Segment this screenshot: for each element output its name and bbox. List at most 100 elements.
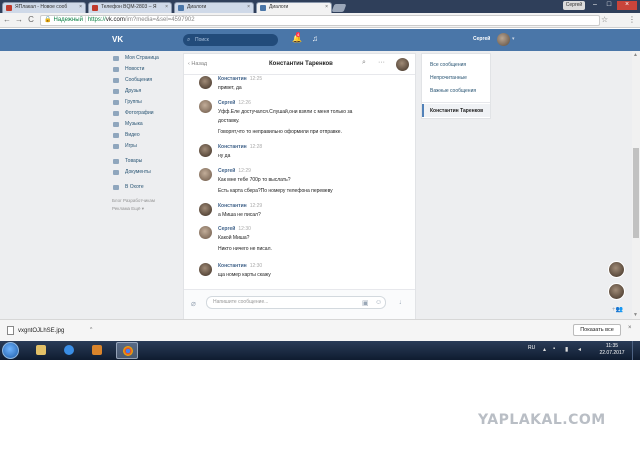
avatar[interactable] bbox=[199, 263, 212, 276]
menu-footer-links-2[interactable]: Реклама Ещё ▾ bbox=[112, 205, 182, 213]
volume-icon[interactable]: ◂ bbox=[578, 346, 581, 353]
floating-chat-avatar[interactable] bbox=[608, 283, 625, 300]
outside-area bbox=[0, 360, 640, 451]
browser-tab-3[interactable]: Диалоги × bbox=[174, 2, 254, 13]
message-text: привет, да bbox=[218, 85, 242, 91]
author-name: Константин bbox=[218, 144, 247, 150]
page-scrollbar[interactable]: ▲ ▼ bbox=[632, 51, 640, 319]
avatar[interactable] bbox=[199, 203, 212, 216]
menu-item-goods[interactable]: Товары bbox=[112, 156, 182, 167]
menu-item-photos[interactable]: Фотографии bbox=[112, 108, 182, 119]
smile-icon[interactable]: ☺ bbox=[375, 299, 382, 306]
scroll-down-icon[interactable]: ▼ bbox=[633, 312, 638, 318]
filter-unread[interactable]: Непрочитанные bbox=[430, 75, 467, 81]
taskbar-ie[interactable] bbox=[58, 342, 80, 359]
floating-chat-avatar[interactable] bbox=[608, 261, 625, 278]
tab-close-icon[interactable]: × bbox=[247, 4, 250, 10]
message-author[interactable]: Константин 12:25 bbox=[218, 76, 262, 82]
show-all-button[interactable]: Показать все bbox=[573, 324, 621, 336]
close-downloads-icon[interactable]: × bbox=[628, 325, 632, 331]
download-options-icon[interactable]: ^ bbox=[90, 327, 92, 333]
filter-current-dialog[interactable]: Константин Таренков bbox=[422, 104, 490, 117]
attach-paperclip-icon[interactable]: ⌀ bbox=[191, 299, 196, 308]
taskbar-explorer[interactable] bbox=[30, 342, 52, 359]
menu-item-games[interactable]: Игры bbox=[112, 141, 182, 152]
scroll-up-icon[interactable]: ▲ bbox=[633, 52, 638, 58]
menu-item-groups[interactable]: Группы bbox=[112, 97, 182, 108]
message-author[interactable]: Сергей 12:30 bbox=[218, 226, 251, 232]
maximize-button[interactable]: □ bbox=[603, 1, 615, 10]
reload-button[interactable]: C bbox=[26, 15, 36, 25]
vk-user-name[interactable]: Сергей bbox=[473, 36, 490, 42]
back-link[interactable]: ‹ Назад bbox=[188, 61, 207, 67]
menu-item-video[interactable]: Видео bbox=[112, 130, 182, 141]
message-author[interactable]: Константин 12:30 bbox=[218, 263, 262, 269]
close-window-button[interactable]: × bbox=[617, 1, 637, 10]
screen: ЯПлакал - Новое сооб × Телефон BQM-2803 … bbox=[0, 0, 640, 451]
message-author[interactable]: Сергей 12:26 bbox=[218, 100, 251, 106]
menu-item-friends[interactable]: Друзья bbox=[112, 86, 182, 97]
menu-item-news[interactable]: Новости bbox=[112, 64, 182, 75]
vk-search-input[interactable]: ⌕ Поиск bbox=[183, 34, 278, 46]
avatar[interactable] bbox=[199, 100, 212, 113]
friends-icon bbox=[113, 89, 119, 94]
forward-button[interactable]: → bbox=[14, 15, 24, 25]
menu-item-music[interactable]: Музыка bbox=[112, 119, 182, 130]
dialog-avatar[interactable] bbox=[396, 58, 409, 71]
message-author[interactable]: Сергей 12:29 bbox=[218, 168, 251, 174]
dialog-title[interactable]: Константин Таренков bbox=[269, 61, 333, 67]
tray-app-icon[interactable]: ▪ bbox=[553, 346, 555, 352]
notifications-bell-icon[interactable]: 🔔 4 bbox=[292, 32, 302, 43]
filter-important[interactable]: Важные сообщения bbox=[430, 88, 476, 94]
vk-user-avatar[interactable] bbox=[497, 33, 510, 46]
start-button[interactable] bbox=[2, 342, 19, 359]
message-text: ну да bbox=[218, 153, 231, 159]
new-tab-button[interactable] bbox=[331, 4, 347, 12]
bookmark-star-icon[interactable]: ☆ bbox=[601, 15, 608, 24]
folder-icon bbox=[36, 345, 46, 355]
search-icon[interactable]: ⌕ bbox=[362, 59, 366, 67]
taskbar-media[interactable] bbox=[86, 342, 108, 359]
avatar[interactable] bbox=[199, 226, 212, 239]
message-author[interactable]: Константин 12:28 bbox=[218, 144, 262, 150]
avatar[interactable] bbox=[199, 144, 212, 157]
browser-profile-button[interactable]: Сергей bbox=[563, 1, 585, 10]
media-player-icon bbox=[92, 345, 102, 355]
avatar[interactable] bbox=[199, 168, 212, 181]
browser-tab-4[interactable]: Диалоги × bbox=[256, 2, 332, 13]
menu-item-messages[interactable]: Сообщения bbox=[112, 75, 182, 86]
back-button[interactable]: ← bbox=[2, 15, 12, 25]
download-item[interactable]: vxgntOJLhSE.jpg bbox=[7, 325, 64, 337]
tab-close-icon[interactable]: × bbox=[165, 4, 168, 10]
tray-up-icon[interactable]: ▴ bbox=[543, 346, 546, 353]
browser-tab-2[interactable]: Телефон BQM-2803 – Я × bbox=[88, 2, 172, 13]
language-indicator[interactable]: RU bbox=[528, 345, 535, 351]
compose-area: ⌀ Напишите сообщение... ▣ ☺ ♩ bbox=[184, 289, 415, 319]
browser-tab-1[interactable]: ЯПлакал - Новое сооб × bbox=[2, 2, 86, 13]
show-desktop-button[interactable] bbox=[632, 341, 640, 360]
network-icon[interactable]: ▮ bbox=[565, 346, 568, 353]
menu-item-my-page[interactable]: Моя Страница bbox=[112, 53, 182, 64]
message-author[interactable]: Константин 12:29 bbox=[218, 203, 262, 209]
avatar[interactable] bbox=[199, 76, 212, 89]
url-input[interactable]: 🔒 Надежный | https://vk.com/im?media=&sel… bbox=[40, 15, 600, 26]
taskbar-chrome[interactable] bbox=[116, 342, 138, 359]
more-icon[interactable]: ··· bbox=[378, 59, 385, 66]
minimize-button[interactable]: – bbox=[589, 1, 601, 10]
microphone-icon[interactable]: ♩ bbox=[399, 299, 406, 306]
menu-item-hunting-group[interactable]: В Охоте bbox=[112, 182, 182, 193]
message-input[interactable]: Напишите сообщение... bbox=[206, 296, 386, 309]
vk-logo[interactable]: VK bbox=[112, 35, 126, 45]
browser-menu-icon[interactable]: ⋮ bbox=[628, 15, 636, 24]
menu-item-documents[interactable]: Документы bbox=[112, 167, 182, 178]
taskbar-clock[interactable]: 11:35 22.07.2017 bbox=[597, 343, 627, 357]
menu-footer-links[interactable]: Блог Разработчикам bbox=[112, 197, 182, 205]
scrollbar-thumb[interactable] bbox=[633, 148, 639, 238]
chevron-down-icon[interactable]: ▾ bbox=[512, 36, 515, 42]
tab-close-icon[interactable]: × bbox=[325, 4, 328, 10]
filter-all-messages[interactable]: Все сообщения bbox=[430, 62, 466, 68]
tab-close-icon[interactable]: × bbox=[79, 4, 82, 10]
camera-icon[interactable]: ▣ bbox=[362, 299, 369, 307]
add-chat-icon[interactable]: +👥 bbox=[612, 306, 623, 313]
music-icon[interactable]: ♫ bbox=[312, 34, 318, 43]
